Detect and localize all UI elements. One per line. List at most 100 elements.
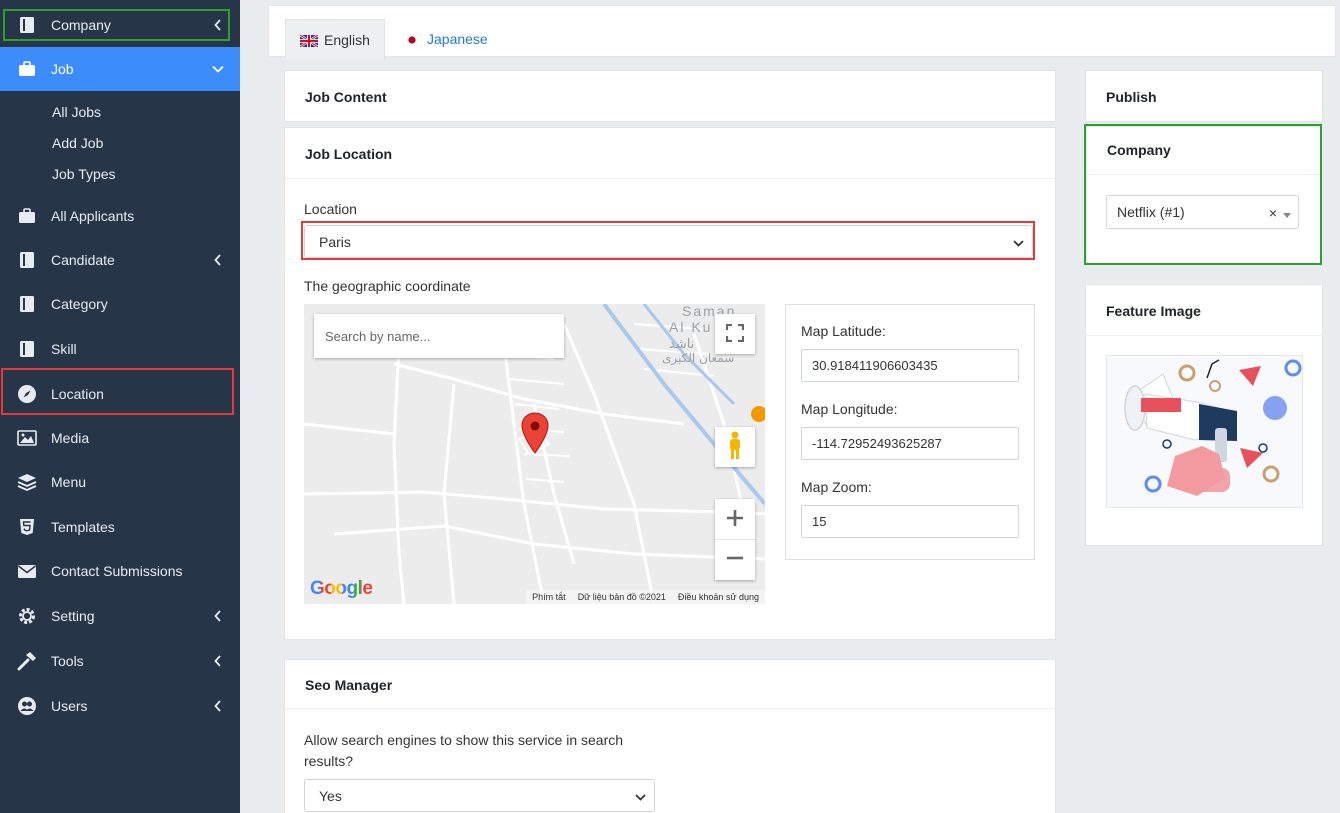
sidebar-item-label: All Applicants [51, 208, 135, 224]
sidebar-item-setting[interactable]: Setting [0, 594, 240, 638]
card-title: Job Location [305, 146, 393, 162]
sidebar-item-label: Setting [51, 608, 95, 624]
google-logo: Google [310, 578, 373, 600]
book-icon [17, 15, 37, 35]
language-tab-bar: English Japanese [268, 5, 1336, 59]
map-terms-link[interactable]: Điều khoản sử dụng [678, 592, 759, 602]
sidebar-item-label: Templates [51, 519, 115, 535]
clear-selection-button[interactable]: × [1269, 205, 1277, 221]
book-icon [17, 339, 37, 359]
tab-japanese[interactable]: Japanese [389, 19, 502, 59]
seo-allow-value: Yes [319, 787, 342, 804]
sidebar-item-label: Category [51, 296, 108, 312]
zoom-control [715, 499, 755, 580]
sidebar-item-menu[interactable]: Menu [0, 460, 240, 504]
users-icon [17, 696, 37, 716]
longitude-value: -114.72952493625287 [812, 436, 942, 451]
feature-image[interactable] [1106, 355, 1303, 508]
company-select-value: Netflix (#1) [1117, 204, 1185, 220]
latitude-input[interactable]: 30.918411906603435 [801, 349, 1019, 382]
poi-marker[interactable] [751, 406, 765, 422]
sidebar-item-label: Users [51, 698, 88, 714]
map-place-label: ناشد [669, 337, 694, 352]
longitude-input[interactable]: -114.72952493625287 [801, 427, 1019, 460]
sidebar-item-media[interactable]: Media [0, 416, 240, 460]
caret-down-icon [1283, 205, 1291, 221]
zoom-out-button[interactable] [715, 540, 755, 580]
sidebar-item-skill[interactable]: Skill [0, 327, 240, 371]
map-pin-icon[interactable] [521, 412, 549, 457]
location-label: Location [304, 201, 357, 217]
divider [285, 708, 1055, 709]
publish-card[interactable]: Publish [1085, 70, 1323, 122]
sidebar-item-company[interactable]: Company [0, 3, 240, 47]
sidebar-item-label: Skill [51, 341, 77, 357]
briefcase-icon [17, 206, 37, 226]
chevron-down-icon [1013, 234, 1024, 250]
sidebar-item-category[interactable]: Category [0, 282, 240, 326]
latitude-label: Map Latitude: [801, 323, 886, 339]
map-footer: Phím tắt Dữ liệu bản đồ ©2021 Điều khoản… [526, 590, 765, 604]
sidebar-item-candidate[interactable]: Candidate [0, 238, 240, 282]
japan-flag-icon [402, 33, 422, 47]
chevron-down-icon [212, 63, 224, 75]
briefcase-icon [17, 59, 37, 79]
card-title: Job Content [305, 89, 387, 105]
chevron-left-icon [212, 19, 224, 31]
job-content-card[interactable]: Job Content [284, 70, 1056, 122]
map-shortcuts-link[interactable]: Phím tắt [532, 592, 566, 602]
chevron-left-icon [212, 655, 224, 667]
sidebar-item-label: Job [51, 61, 74, 77]
sidebar-item-label: Media [51, 430, 90, 446]
pegman-icon [727, 431, 743, 464]
envelope-icon [17, 561, 37, 581]
company-select[interactable]: Netflix (#1) × [1106, 195, 1299, 229]
map[interactable]: Saman Al Ku ناشد سمعان الكبرى Search by … [304, 304, 765, 604]
seo-allow-select[interactable]: Yes [304, 779, 655, 812]
zoom-in-button[interactable] [715, 500, 755, 540]
sidebar-item-label: Tools [51, 653, 84, 669]
zoom-value: 15 [812, 514, 827, 529]
card-title: Publish [1106, 89, 1157, 105]
latitude-value: 30.918411906603435 [812, 358, 938, 373]
sidebar-item-label: Company [51, 17, 111, 33]
card-title: Feature Image [1106, 303, 1201, 319]
sidebar-item-job[interactable]: Job [0, 47, 240, 91]
sidebar-item-all-applicants[interactable]: All Applicants [0, 194, 240, 238]
map-search-input[interactable]: Search by name... [314, 314, 564, 358]
divider [285, 178, 1055, 179]
megaphone-illustration [1124, 359, 1302, 496]
sidebar-subitem-all-jobs[interactable]: All Jobs [52, 104, 101, 120]
seo-allow-label-line2: results? [304, 753, 354, 769]
sidebar-subitem-job-types[interactable]: Job Types [52, 166, 116, 182]
location-select[interactable]: Paris [304, 225, 1033, 258]
card-title: Seo Manager [305, 677, 393, 693]
chevron-left-icon [212, 254, 224, 266]
tab-english[interactable]: English [285, 19, 385, 59]
book-icon [17, 250, 37, 270]
tab-label: Japanese [427, 31, 488, 47]
sidebar-item-templates[interactable]: Templates [0, 505, 240, 549]
tab-label: English [324, 31, 370, 48]
map-place-label: Al Ku [669, 319, 712, 335]
sidebar-item-location[interactable]: Location [0, 372, 240, 416]
card-title: Company [1107, 142, 1171, 158]
street-view-button[interactable] [715, 427, 755, 467]
sidebar: Company Job All Jobs Add Job Job Types A… [0, 0, 240, 813]
zoom-label: Map Zoom: [801, 479, 872, 495]
chevron-left-icon [212, 610, 224, 622]
seo-allow-label-line1: Allow search engines to show this servic… [304, 732, 624, 748]
chevron-down-icon [635, 788, 646, 804]
uk-flag-icon [299, 33, 319, 48]
zoom-input[interactable]: 15 [801, 505, 1019, 538]
sidebar-subitem-add-job[interactable]: Add Job [52, 135, 103, 151]
sidebar-item-tools[interactable]: Tools [0, 639, 240, 683]
fullscreen-icon [725, 323, 745, 345]
sidebar-item-users[interactable]: Users [0, 684, 240, 728]
fullscreen-button[interactable] [715, 314, 755, 354]
html5-icon [17, 517, 37, 537]
compass-icon [17, 384, 37, 404]
sidebar-item-contact-submissions[interactable]: Contact Submissions [0, 549, 240, 593]
map-data-credit: Dữ liệu bản đồ ©2021 [577, 592, 666, 602]
minus-icon [726, 549, 744, 570]
